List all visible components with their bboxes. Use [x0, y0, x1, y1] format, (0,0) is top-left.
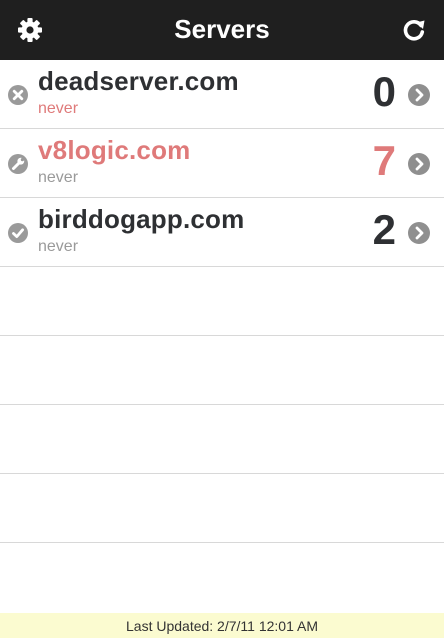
server-name: deadserver.com: [38, 66, 239, 96]
incident-count: 2: [372, 206, 396, 253]
server-list: deadserver.com never 0 v8logic.com never…: [0, 60, 444, 543]
x-circle-icon: [8, 85, 28, 105]
last-check-text: never: [38, 238, 79, 255]
last-check-text: never: [38, 169, 79, 186]
server-row-birddogapp[interactable]: birddogapp.com never 2: [0, 198, 444, 267]
check-circle-icon: [8, 223, 28, 243]
empty-row: [0, 474, 444, 543]
empty-row: [0, 336, 444, 405]
chevron-right-icon[interactable]: [408, 153, 430, 175]
server-name: v8logic.com: [38, 135, 191, 165]
wrench-icon: [8, 154, 28, 174]
empty-row: [0, 405, 444, 474]
incident-count: 0: [372, 68, 396, 115]
last-updated-text: Last Updated: 2/7/11 12:01 AM: [126, 618, 318, 634]
incident-count: 7: [372, 137, 396, 184]
nav-bar: Servers: [0, 0, 444, 60]
last-check-text: never: [38, 100, 79, 117]
refresh-button[interactable]: [400, 16, 428, 44]
server-row-deadserver[interactable]: deadserver.com never 0: [0, 60, 444, 129]
server-name: birddogapp.com: [38, 204, 245, 234]
last-updated-bar: Last Updated: 2/7/11 12:01 AM: [0, 613, 444, 638]
empty-row: [0, 267, 444, 336]
chevron-right-icon[interactable]: [408, 222, 430, 244]
chevron-right-icon[interactable]: [408, 84, 430, 106]
refresh-icon: [403, 20, 425, 41]
server-row-v8logic[interactable]: v8logic.com never 7: [0, 129, 444, 198]
page-title: Servers: [174, 14, 270, 44]
